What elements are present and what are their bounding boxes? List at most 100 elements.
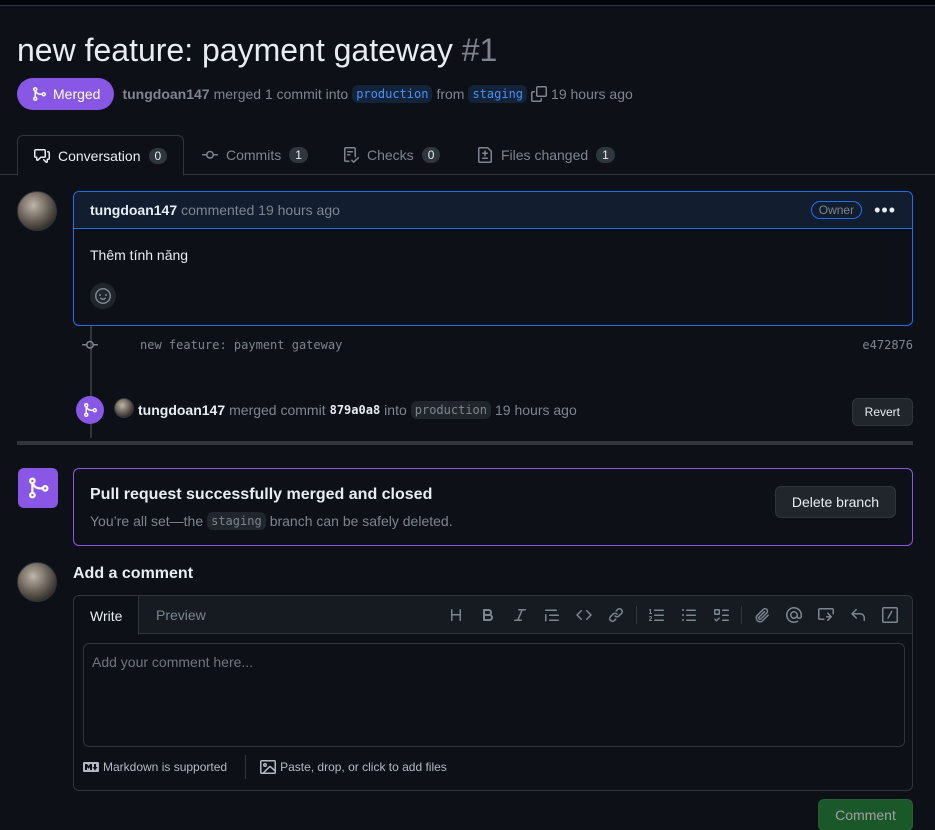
tab-checks[interactable]: Checks 0 bbox=[327, 135, 456, 175]
pr-title-text: new feature: payment gateway bbox=[17, 32, 453, 68]
pr-time: 19 hours ago bbox=[551, 86, 633, 102]
pr-tabs: Conversation 0 Commits 1 Checks 0 Files … bbox=[0, 135, 935, 176]
editor-footer: Markdown is supported Paste, drop, or cl… bbox=[83, 754, 447, 780]
avatar[interactable] bbox=[17, 562, 57, 602]
merge-time: 19 hours ago bbox=[495, 402, 577, 418]
top-header-bar bbox=[0, 0, 935, 6]
pr-state-row: Merged tungdoan147 merged 1 commit into … bbox=[17, 78, 633, 110]
comment-body: Thêm tính năng bbox=[90, 247, 189, 263]
merge-author-link[interactable]: tungdoan147 bbox=[138, 402, 225, 418]
merged-status-icon-box bbox=[18, 468, 58, 508]
head-branch-label[interactable]: staging bbox=[468, 85, 528, 103]
markdown-icon bbox=[83, 759, 99, 775]
quote-icon[interactable] bbox=[536, 596, 568, 634]
git-merge-icon bbox=[82, 402, 98, 418]
merge-branch-label[interactable]: production bbox=[410, 401, 491, 419]
avatar[interactable] bbox=[17, 191, 57, 231]
toolbar-divider bbox=[636, 606, 637, 624]
tab-files-changed[interactable]: Files changed 1 bbox=[461, 135, 631, 175]
tab-commits-count: 1 bbox=[289, 147, 308, 163]
merge-commit-sha-link[interactable]: 879a0a8 bbox=[330, 403, 381, 417]
heading-icon[interactable] bbox=[440, 596, 472, 634]
owner-badge: Owner bbox=[810, 201, 863, 219]
merged-state-badge: Merged bbox=[17, 78, 115, 110]
git-commit-icon bbox=[82, 337, 98, 353]
merged-state-label: Merged bbox=[53, 86, 101, 102]
footer-divider bbox=[245, 755, 247, 779]
markdown-supported-label: Markdown is supported bbox=[103, 760, 228, 774]
comment-author-link[interactable]: tungdoan147 bbox=[90, 202, 177, 218]
markdown-supported-link[interactable]: Markdown is supported bbox=[83, 759, 227, 775]
merged-sub-branch[interactable]: staging bbox=[207, 512, 266, 530]
comment-discussion-icon bbox=[34, 148, 50, 164]
pr-meta: tungdoan147 merged 1 commit into product… bbox=[122, 85, 633, 103]
link-icon[interactable] bbox=[600, 596, 632, 634]
mention-icon[interactable] bbox=[778, 596, 810, 634]
reply-icon[interactable] bbox=[842, 596, 874, 634]
merge-event: tungdoan147 merged commit 879a0a8 into p… bbox=[76, 396, 913, 426]
merged-status-box: Pull request successfully merged and clo… bbox=[73, 468, 913, 546]
pr-merged-text: merged 1 commit into bbox=[213, 86, 349, 102]
merged-sub-suffix: branch can be safely deleted. bbox=[269, 513, 453, 529]
checklist-icon bbox=[343, 147, 359, 163]
image-icon bbox=[260, 759, 277, 775]
revert-button[interactable]: Revert bbox=[851, 398, 913, 426]
merge-event-text: tungdoan147 merged commit 879a0a8 into p… bbox=[138, 401, 577, 419]
pr-from-text: from bbox=[436, 86, 465, 102]
pr-author-link[interactable]: tungdoan147 bbox=[122, 86, 209, 102]
attach-files-link[interactable]: Paste, drop, or click to add files bbox=[260, 759, 447, 775]
comment-card: tungdoan147 commented 19 hours ago Owner… bbox=[73, 191, 913, 326]
timeline-divider bbox=[17, 441, 913, 445]
git-commit-icon bbox=[202, 147, 218, 163]
git-merge-icon bbox=[31, 86, 47, 102]
slash-command-icon[interactable] bbox=[874, 596, 906, 634]
bold-icon[interactable] bbox=[472, 596, 504, 634]
tab-files-changed-label: Files changed bbox=[501, 147, 589, 163]
markdown-toolbar bbox=[440, 596, 906, 634]
commit-item: new feature: payment gateway e472876 bbox=[82, 336, 913, 354]
tab-checks-label: Checks bbox=[367, 147, 414, 163]
add-comment-heading: Add a comment bbox=[73, 565, 194, 582]
copy-icon[interactable] bbox=[531, 86, 548, 102]
pr-title: new feature: payment gateway #1 bbox=[17, 32, 497, 69]
ordered-list-icon[interactable] bbox=[641, 596, 673, 634]
comment-header: tungdoan147 commented 19 hours ago Owner… bbox=[74, 192, 912, 229]
task-list-icon[interactable] bbox=[705, 596, 737, 634]
tab-conversation-label: Conversation bbox=[58, 147, 141, 164]
comment-editor: Write Preview Markdown is supported bbox=[73, 595, 913, 791]
editor-header: Write Preview bbox=[74, 596, 912, 635]
unordered-list-icon[interactable] bbox=[673, 596, 705, 634]
comment-action: commented 19 hours ago bbox=[181, 202, 340, 218]
tab-files-changed-count: 1 bbox=[596, 147, 615, 163]
merge-action-text: merged commit bbox=[229, 402, 326, 418]
comment-submit-button[interactable]: Comment bbox=[818, 799, 913, 830]
tab-conversation-count: 0 bbox=[148, 147, 168, 164]
attach-files-label: Paste, drop, or click to add files bbox=[280, 760, 447, 774]
kebab-menu-icon[interactable]: ••• bbox=[874, 200, 896, 221]
commit-sha-link[interactable]: e472876 bbox=[862, 338, 913, 352]
delete-branch-button[interactable]: Delete branch bbox=[774, 486, 896, 518]
tab-conversation[interactable]: Conversation 0 bbox=[17, 135, 185, 176]
merged-status-subtitle: You’re all set—the staging branch can be… bbox=[90, 512, 453, 530]
toolbar-divider bbox=[741, 606, 742, 624]
base-branch-label[interactable]: production bbox=[352, 85, 433, 103]
tab-commits-label: Commits bbox=[226, 147, 282, 163]
merge-into-text: into bbox=[384, 402, 407, 418]
pr-number: #1 bbox=[461, 32, 498, 68]
tab-commits[interactable]: Commits 1 bbox=[186, 135, 324, 175]
add-reaction-button[interactable] bbox=[90, 283, 116, 309]
merge-event-badge bbox=[76, 396, 104, 424]
reference-icon[interactable] bbox=[810, 596, 842, 634]
merged-sub-prefix: You’re all set—the bbox=[90, 513, 204, 529]
tab-write[interactable]: Write bbox=[74, 596, 140, 635]
tab-checks-count: 0 bbox=[421, 147, 441, 163]
comment-textarea[interactable] bbox=[83, 643, 905, 747]
attach-icon[interactable] bbox=[746, 596, 778, 634]
tab-preview[interactable]: Preview bbox=[140, 596, 222, 634]
code-icon[interactable] bbox=[568, 596, 600, 634]
commit-message-link[interactable]: new feature: payment gateway bbox=[140, 338, 342, 352]
merged-status-title: Pull request successfully merged and clo… bbox=[90, 486, 433, 503]
avatar[interactable] bbox=[114, 398, 134, 418]
file-diff-icon bbox=[477, 147, 493, 163]
italic-icon[interactable] bbox=[504, 596, 536, 634]
